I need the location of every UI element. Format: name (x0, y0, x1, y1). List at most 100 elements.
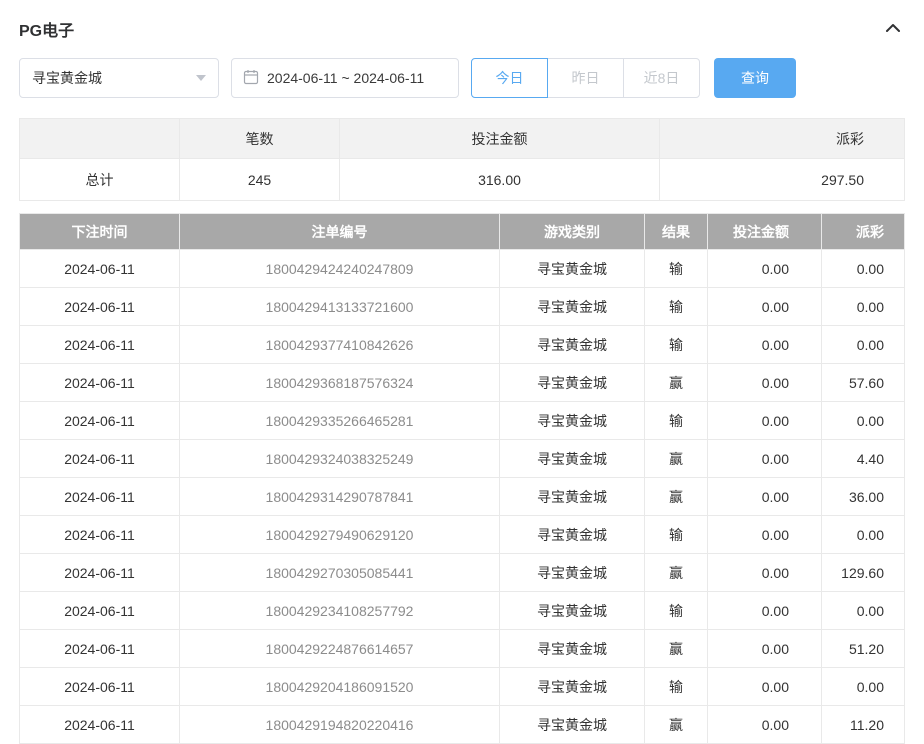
cell-bet-amount: 0.00 (708, 516, 822, 554)
cell-result: 输 (645, 592, 708, 630)
header-bet-amount: 投注金额 (708, 214, 822, 250)
cell-game-category: 寻宝黄金城 (500, 440, 645, 478)
detail-header-row: 下注时间 注单编号 游戏类别 结果 投注金额 派彩 (20, 214, 905, 250)
summary-header-blank (20, 119, 180, 159)
cell-result: 赢 (645, 440, 708, 478)
cell-game-category: 寻宝黄金城 (500, 288, 645, 326)
summary-total-label: 总计 (20, 159, 180, 201)
chevron-up-icon (885, 22, 901, 37)
cell-bet-id: 1800429270305085441 (180, 554, 500, 592)
cell-bet-time: 2024-06-11 (20, 402, 180, 440)
cell-payout: 0.00 (822, 288, 905, 326)
summary-table: 笔数 投注金额 派彩 总计 245 316.00 297.50 (19, 118, 905, 201)
cell-payout: 51.20 (822, 630, 905, 668)
cell-game-category: 寻宝黄金城 (500, 364, 645, 402)
cell-result: 输 (645, 250, 708, 288)
detail-table-body: 2024-06-111800429424240247809寻宝黄金城输0.000… (20, 250, 905, 744)
cell-game-category: 寻宝黄金城 (500, 402, 645, 440)
cell-bet-amount: 0.00 (708, 440, 822, 478)
table-row: 2024-06-111800429335266465281寻宝黄金城输0.000… (20, 402, 905, 440)
table-row: 2024-06-111800429314290787841寻宝黄金城赢0.003… (20, 478, 905, 516)
table-row: 2024-06-111800429413133721600寻宝黄金城输0.000… (20, 288, 905, 326)
table-row: 2024-06-111800429324038325249寻宝黄金城赢0.004… (20, 440, 905, 478)
range-button-yesterday[interactable]: 昨日 (547, 58, 624, 98)
cell-bet-time: 2024-06-11 (20, 706, 180, 744)
query-button[interactable]: 查询 (714, 58, 796, 98)
date-range-input[interactable]: 2024-06-11 ~ 2024-06-11 (231, 58, 459, 98)
cell-payout: 0.00 (822, 516, 905, 554)
cell-payout: 129.60 (822, 554, 905, 592)
cell-result: 输 (645, 288, 708, 326)
cell-bet-id: 1800429314290787841 (180, 478, 500, 516)
summary-total-payout: 297.50 (660, 159, 905, 201)
cell-bet-id: 1800429368187576324 (180, 364, 500, 402)
cell-bet-time: 2024-06-11 (20, 554, 180, 592)
range-button-last8days[interactable]: 近8日 (623, 58, 700, 98)
summary-header-row: 笔数 投注金额 派彩 (20, 119, 905, 159)
table-row: 2024-06-111800429270305085441寻宝黄金城赢0.001… (20, 554, 905, 592)
game-select[interactable]: 寻宝黄金城 (19, 58, 219, 98)
cell-bet-amount: 0.00 (708, 402, 822, 440)
cell-payout: 0.00 (822, 592, 905, 630)
cell-bet-amount: 0.00 (708, 630, 822, 668)
cell-game-category: 寻宝黄金城 (500, 630, 645, 668)
table-row: 2024-06-111800429224876614657寻宝黄金城赢0.005… (20, 630, 905, 668)
table-row: 2024-06-111800429368187576324寻宝黄金城赢0.005… (20, 364, 905, 402)
cell-bet-amount: 0.00 (708, 478, 822, 516)
cell-game-category: 寻宝黄金城 (500, 706, 645, 744)
cell-result: 赢 (645, 478, 708, 516)
summary-total-bet-amount: 316.00 (340, 159, 660, 201)
cell-game-category: 寻宝黄金城 (500, 250, 645, 288)
range-button-today[interactable]: 今日 (471, 58, 548, 98)
chevron-down-icon (196, 75, 206, 81)
cell-bet-amount: 0.00 (708, 706, 822, 744)
cell-bet-amount: 0.00 (708, 592, 822, 630)
cell-payout: 11.20 (822, 706, 905, 744)
header-game-category: 游戏类别 (500, 214, 645, 250)
cell-bet-time: 2024-06-11 (20, 516, 180, 554)
summary-total-row: 总计 245 316.00 297.50 (20, 159, 905, 201)
cell-bet-amount: 0.00 (708, 250, 822, 288)
cell-game-category: 寻宝黄金城 (500, 554, 645, 592)
cell-bet-amount: 0.00 (708, 668, 822, 706)
cell-bet-time: 2024-06-11 (20, 364, 180, 402)
cell-payout: 4.40 (822, 440, 905, 478)
cell-bet-time: 2024-06-11 (20, 630, 180, 668)
cell-bet-id: 1800429224876614657 (180, 630, 500, 668)
cell-bet-id: 1800429335266465281 (180, 402, 500, 440)
cell-game-category: 寻宝黄金城 (500, 516, 645, 554)
cell-game-category: 寻宝黄金城 (500, 668, 645, 706)
cell-bet-id: 1800429279490629120 (180, 516, 500, 554)
cell-bet-id: 1800429424240247809 (180, 250, 500, 288)
table-row: 2024-06-111800429424240247809寻宝黄金城输0.000… (20, 250, 905, 288)
cell-bet-id: 1800429324038325249 (180, 440, 500, 478)
cell-result: 输 (645, 402, 708, 440)
cell-bet-time: 2024-06-11 (20, 668, 180, 706)
cell-payout: 0.00 (822, 326, 905, 364)
summary-header-count: 笔数 (180, 119, 340, 159)
cell-payout: 57.60 (822, 364, 905, 402)
header-result: 结果 (645, 214, 708, 250)
summary-header-payout: 派彩 (660, 119, 905, 159)
cell-payout: 36.00 (822, 478, 905, 516)
calendar-icon (243, 69, 259, 88)
header-bet-time: 下注时间 (20, 214, 180, 250)
date-range-value: 2024-06-11 ~ 2024-06-11 (267, 70, 424, 86)
cell-game-category: 寻宝黄金城 (500, 326, 645, 364)
cell-bet-time: 2024-06-11 (20, 250, 180, 288)
header-payout: 派彩 (822, 214, 905, 250)
summary-header-bet-amount: 投注金额 (340, 119, 660, 159)
summary-total-count: 245 (180, 159, 340, 201)
game-select-value: 寻宝黄金城 (32, 68, 102, 88)
table-row: 2024-06-111800429377410842626寻宝黄金城输0.000… (20, 326, 905, 364)
table-row: 2024-06-111800429194820220416寻宝黄金城赢0.001… (20, 706, 905, 744)
collapse-button[interactable] (881, 18, 905, 41)
cell-bet-time: 2024-06-11 (20, 478, 180, 516)
cell-result: 赢 (645, 706, 708, 744)
cell-bet-time: 2024-06-11 (20, 326, 180, 364)
cell-bet-amount: 0.00 (708, 288, 822, 326)
page-title: PG电子 (19, 17, 74, 41)
table-row: 2024-06-111800429234108257792寻宝黄金城输0.000… (20, 592, 905, 630)
header-bet-id: 注单编号 (180, 214, 500, 250)
cell-result: 赢 (645, 630, 708, 668)
